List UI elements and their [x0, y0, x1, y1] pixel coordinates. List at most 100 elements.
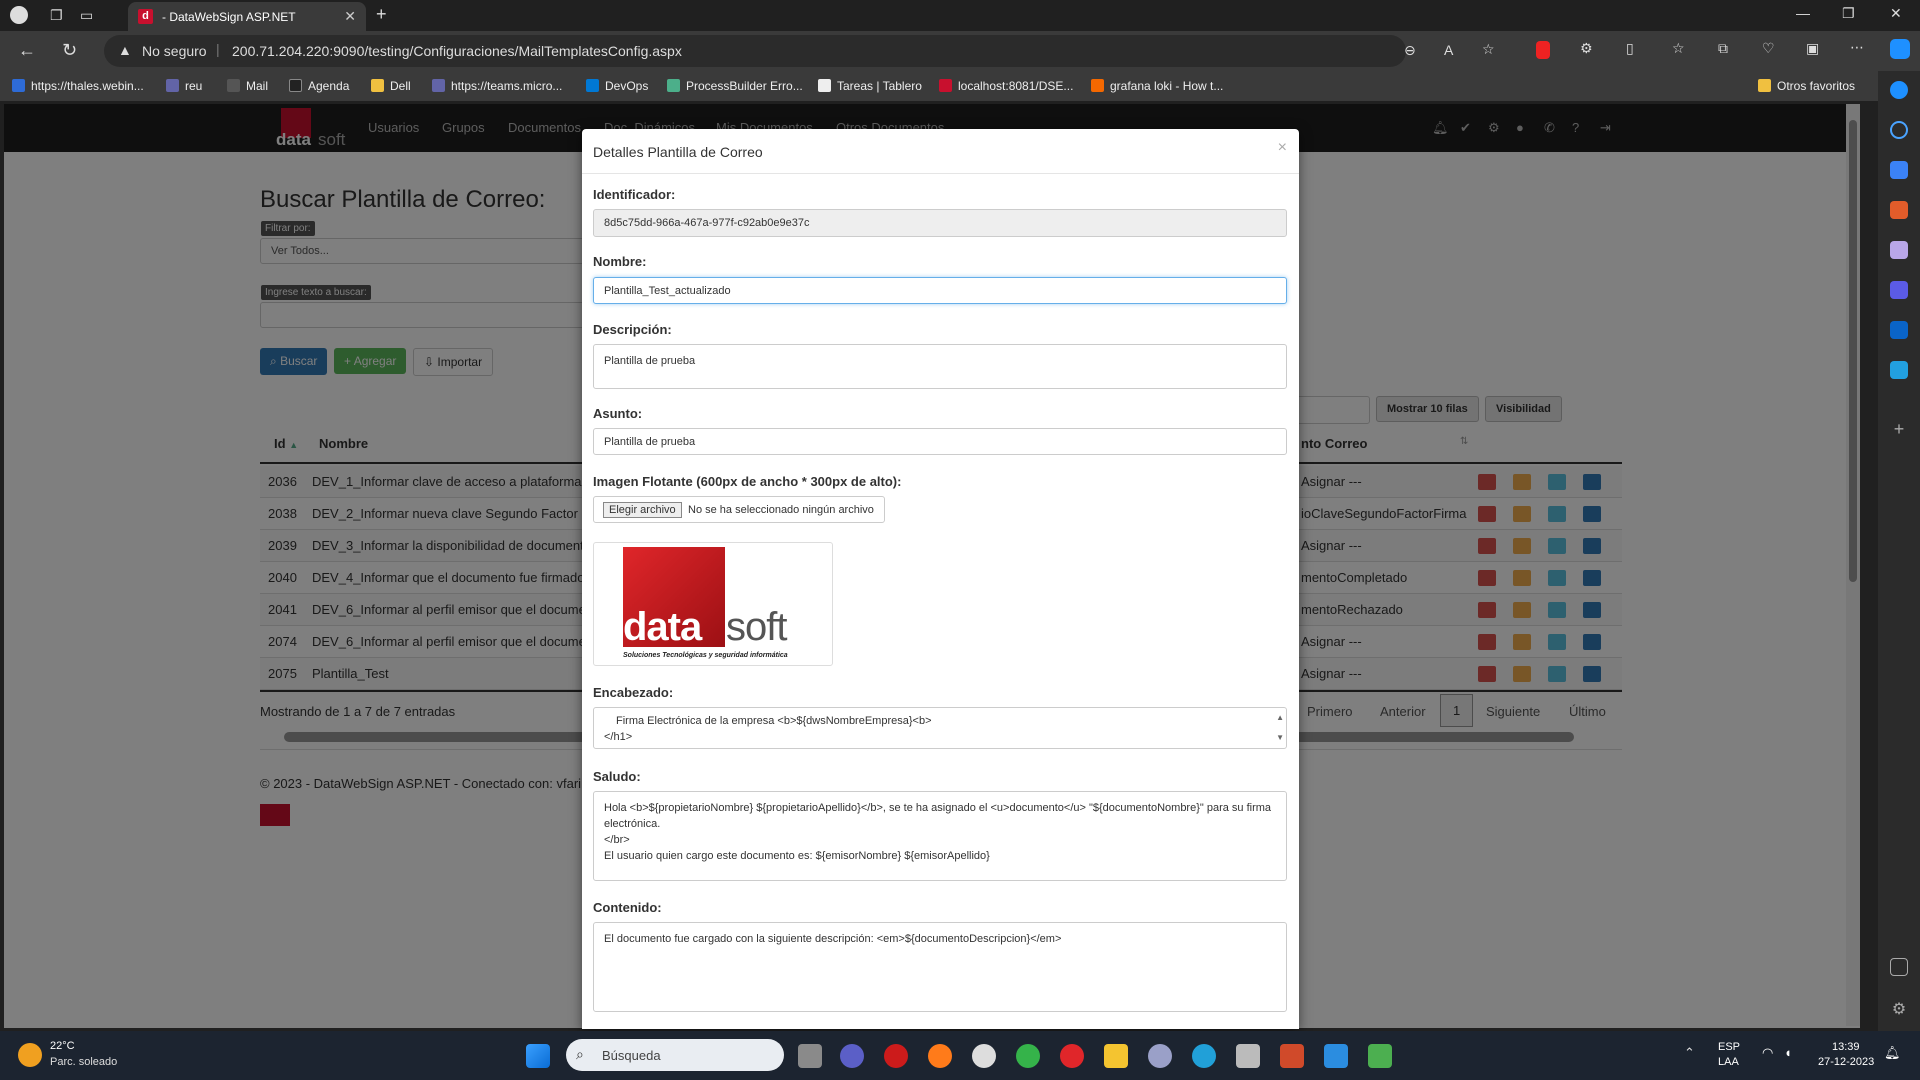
content-textarea[interactable]: El documento fue cargado con la siguient… — [593, 922, 1287, 1012]
lang-1[interactable]: ESP — [1718, 1041, 1740, 1053]
header-textarea[interactable]: Firma Electrónica de la empresa <b>${dws… — [593, 707, 1287, 749]
file-explorer-icon[interactable] — [1104, 1044, 1128, 1068]
bookmark-item[interactable]: Tareas | Tablero — [818, 79, 922, 93]
bookmark-icon — [939, 79, 952, 92]
notification-icon[interactable]: 🔔︎ — [1884, 1045, 1901, 1061]
bookmark-label: grafana loki - How t... — [1110, 79, 1224, 93]
spring-icon[interactable] — [1016, 1044, 1040, 1068]
extension-red-icon[interactable] — [1536, 41, 1550, 59]
close-tab-icon[interactable]: ✕ — [344, 8, 356, 25]
close-icon[interactable]: × — [1278, 139, 1287, 157]
url-text[interactable]: 200.71.204.220:9090/testing/Configuracio… — [232, 43, 682, 59]
profile-icon[interactable] — [10, 6, 28, 24]
site-favicon-icon: d — [138, 9, 153, 24]
virtualbox-icon[interactable] — [1236, 1044, 1260, 1068]
teams-icon[interactable] — [840, 1044, 864, 1068]
edge-bar-icon[interactable]: ▣ — [1806, 40, 1819, 57]
description-textarea[interactable]: Plantilla de prueba — [593, 344, 1287, 389]
performance-icon[interactable]: ♡ — [1762, 40, 1775, 57]
security-label[interactable]: No seguro — [142, 43, 207, 59]
outlook-icon[interactable] — [1890, 321, 1908, 339]
read-aloud-icon[interactable]: A — [1444, 42, 1453, 58]
bookmark-item[interactable]: localhost:8081/DSE... — [939, 79, 1073, 93]
add-icon[interactable]: + — [1890, 420, 1908, 439]
bookmark-item[interactable]: Agenda — [289, 79, 349, 93]
lang-2[interactable]: LAA — [1718, 1056, 1739, 1068]
app-icon[interactable] — [1148, 1044, 1172, 1068]
zoom-icon[interactable]: ⊖ — [1404, 42, 1416, 59]
extensions-icon[interactable]: ⚙ — [1580, 40, 1593, 57]
firefox-icon[interactable] — [928, 1044, 952, 1068]
temperature[interactable]: 22°C — [50, 1040, 75, 1052]
tab-actions-icon[interactable]: ▭ — [80, 7, 93, 24]
subject-input[interactable]: Plantilla de prueba — [593, 428, 1287, 455]
windows-taskbar: 22°C Parc. soleado ⌕ Búsqueda ⌃ ESP LAA … — [0, 1031, 1920, 1080]
notifications-icon[interactable] — [1890, 81, 1908, 99]
opera-alt-icon[interactable] — [1060, 1044, 1084, 1068]
task-view-icon[interactable] — [798, 1044, 822, 1068]
address-bar-row: ← ↻ ▲ No seguro | 200.71.204.220:9090/te… — [0, 31, 1920, 71]
start-icon[interactable] — [526, 1044, 550, 1068]
favorites-icon[interactable]: ☆ — [1672, 40, 1685, 57]
edge-icon[interactable] — [1192, 1044, 1216, 1068]
file-input[interactable]: Elegir archivo No se ha seleccionado nin… — [593, 496, 885, 523]
bookmark-icon — [371, 79, 384, 92]
vscode-icon[interactable] — [1324, 1044, 1348, 1068]
split-screen-icon[interactable]: ▯ — [1626, 40, 1634, 57]
games-icon[interactable] — [1890, 241, 1908, 259]
header-line-2: </h1> — [604, 731, 633, 743]
opera-gx-icon[interactable] — [972, 1044, 996, 1068]
bookmark-label: Tareas | Tablero — [837, 79, 922, 93]
back-icon[interactable]: ← — [18, 40, 36, 61]
bookmarks-bar: https://thales.webin... reu Mail Agenda … — [0, 71, 1920, 101]
notepad-icon[interactable] — [1368, 1044, 1392, 1068]
search-icon[interactable] — [1890, 121, 1908, 139]
wifi-icon[interactable]: ◠ — [1762, 1045, 1773, 1061]
favorite-star-icon[interactable]: ☆ — [1482, 41, 1495, 58]
tab-title: - DataWebSign ASP.NET — [162, 10, 296, 24]
url-box[interactable]: ▲ No seguro | 200.71.204.220:9090/testin… — [104, 35, 1495, 67]
bookmark-item[interactable]: ProcessBuilder Erro... — [667, 79, 803, 93]
send-icon[interactable] — [1890, 361, 1908, 379]
copilot-icon[interactable] — [1890, 39, 1910, 59]
choose-file-button[interactable]: Elegir archivo — [603, 502, 682, 518]
more-icon[interactable]: ⋯ — [1850, 39, 1864, 56]
minimize-icon[interactable]: — — [1796, 5, 1810, 21]
header-line-1: Firma Electrónica de la empresa <b>${dws… — [616, 715, 932, 727]
file-status: No se ha seleccionado ningún archivo — [688, 504, 874, 516]
clock-date[interactable]: 27-12-2023 — [1818, 1056, 1874, 1068]
shopping-icon[interactable] — [1890, 161, 1908, 179]
collections-icon[interactable]: ⧉ — [1718, 40, 1728, 57]
volume-icon[interactable]: ◖ — [1784, 1045, 1792, 1060]
bookmark-item[interactable]: Dell — [371, 79, 411, 93]
bookmark-item[interactable]: DevOps — [586, 79, 648, 93]
bookmark-item[interactable]: reu — [166, 79, 202, 93]
restore-icon[interactable]: ❐ — [1842, 5, 1855, 22]
tools-icon[interactable] — [1890, 201, 1908, 219]
edge-sidebar: + ⚙ — [1878, 71, 1920, 1031]
clock-time[interactable]: 13:39 — [1832, 1041, 1860, 1053]
settings-icon[interactable]: ⚙ — [1890, 999, 1908, 1018]
bookmark-item[interactable]: https://thales.webin... — [12, 79, 144, 93]
weather-text[interactable]: Parc. soleado — [50, 1056, 117, 1068]
other-favorites[interactable]: Otros favoritos — [1758, 79, 1855, 93]
scroll-down-icon[interactable]: ▼ — [1276, 730, 1284, 746]
tray-chevron-icon[interactable]: ⌃ — [1684, 1045, 1695, 1061]
scroll-up-icon[interactable]: ▲ — [1276, 710, 1284, 726]
greeting-textarea[interactable]: Hola <b>${propietarioNombre} ${propietar… — [593, 791, 1287, 881]
taskbar-search[interactable]: ⌕ Búsqueda — [566, 1039, 784, 1071]
sidebar-layout-icon[interactable] — [1890, 958, 1908, 976]
refresh-icon[interactable]: ↻ — [62, 40, 77, 61]
bookmark-item[interactable]: https://teams.micro... — [432, 79, 562, 93]
opera-icon[interactable] — [884, 1044, 908, 1068]
browser-tab[interactable]: d - DataWebSign ASP.NET ✕ — [128, 2, 366, 31]
copilot-sidebar-icon[interactable] — [1890, 281, 1908, 299]
name-input[interactable]: Plantilla_Test_actualizado — [593, 277, 1287, 304]
close-window-icon[interactable]: ✕ — [1890, 5, 1902, 22]
bookmark-item[interactable]: Mail — [227, 79, 268, 93]
bookmark-item[interactable]: grafana loki - How t... — [1091, 79, 1223, 93]
office-icon[interactable] — [1280, 1044, 1304, 1068]
new-tab-icon[interactable]: + — [376, 4, 387, 25]
workspaces-icon[interactable]: ❐ — [50, 7, 63, 24]
weather-icon[interactable] — [18, 1043, 42, 1067]
